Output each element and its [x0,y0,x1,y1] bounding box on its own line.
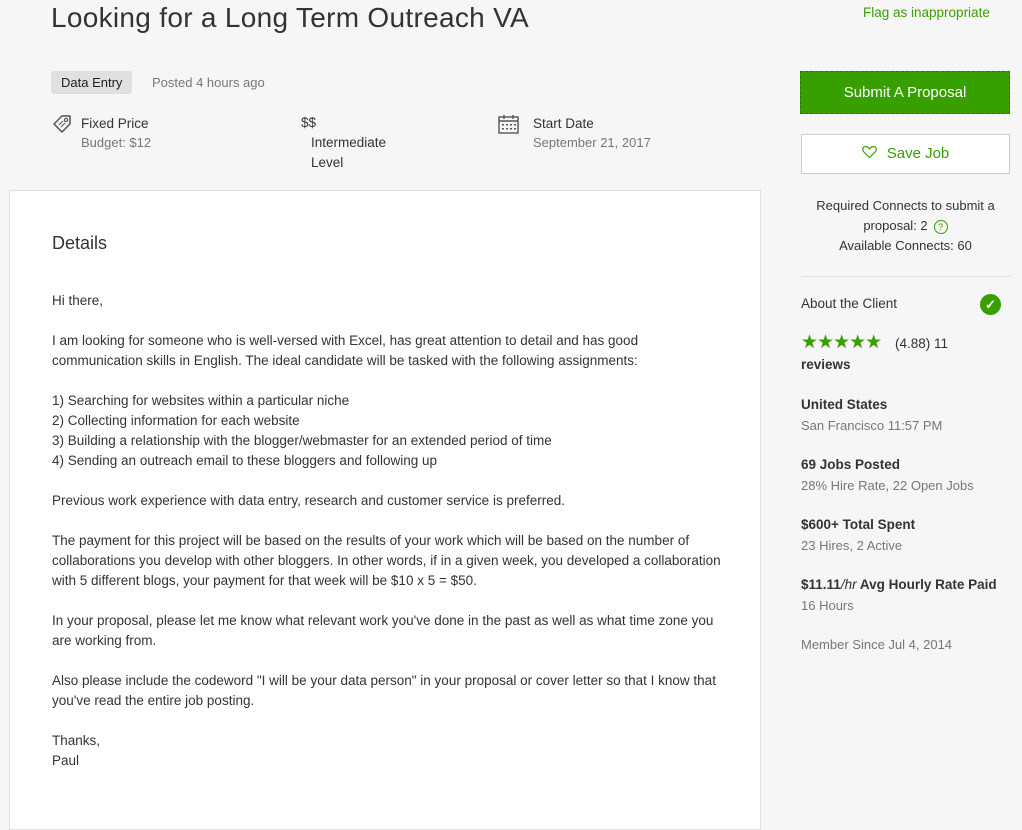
details-paragraph: The payment for this project will be bas… [52,533,721,588]
details-list-item: 1) Searching for websites within a parti… [52,393,350,408]
experience-level-line1: Intermediate [311,135,387,150]
rating-value: (4.88) 11 [895,336,949,351]
about-client-heading: About the Client [801,296,898,311]
start-date-label: Start Date [533,116,594,131]
reviews-label: reviews [801,357,851,372]
sidebar-divider [801,276,1011,277]
details-list-item: 4) Sending an outreach email to these bl… [52,453,438,468]
save-job-label: Save Job [886,145,950,162]
details-list-item: 2) Collecting information for each websi… [52,413,300,428]
details-paragraph: Previous work experience with data entry… [52,493,565,508]
job-title: Looking for a Long Term Outreach VA [51,2,529,33]
connects-required-line1: Required Connects to submit a [816,198,995,213]
client-jobs-posted: 69 Jobs Posted [801,457,901,472]
verified-check-icon: ✓ [980,294,1001,315]
details-paragraph: Also please include the codeword "I will… [52,673,716,708]
hourly-rate-amount: $11.11 [801,577,841,592]
save-job-button[interactable]: Save Job [801,134,1010,174]
details-paragraph: I am looking for someone who is well-ver… [52,333,639,368]
client-city-time: San Francisco 11:57 PM [801,418,943,433]
calendar-icon [498,115,519,134]
details-body: Hi there, I am looking for someone who i… [52,291,732,771]
heart-icon [861,145,877,159]
client-hourly-rate: $11.11/hr Avg Hourly Rate Paid [801,577,997,592]
details-card: Details Hi there, I am looking for someo… [9,190,761,830]
posted-time: Posted 4 hours ago [152,75,265,90]
start-date-value: September 21, 2017 [533,135,651,150]
tag-icon [53,115,71,133]
details-heading: Details [52,233,108,253]
hourly-rate-label: Avg Hourly Rate Paid [856,577,997,592]
connects-info: Required Connects to submit a proposal: … [801,196,1010,256]
client-country: United States [801,397,888,412]
flag-inappropriate-link[interactable]: Flag as inappropriate [863,5,990,20]
connects-available: Available Connects: 60 [839,238,972,253]
experience-level-icon: $$ [301,115,317,130]
details-signoff: Thanks, [52,733,101,748]
details-signature: Paul [52,753,80,768]
category-badge[interactable]: Data Entry [51,71,133,94]
details-paragraph: Hi there, [52,293,104,308]
client-hires: 23 Hires, 2 Active [801,538,903,553]
experience-level-line2: Level [311,155,344,170]
job-type-label: Fixed Price [81,116,149,131]
connects-required-line2: proposal: 2 [863,218,928,233]
client-total-spent: $600+ Total Spent [801,517,916,532]
star-rating: ★★★★★ [801,332,882,353]
help-icon[interactable]: ? [933,219,948,234]
client-hire-rate: 28% Hire Rate, 22 Open Jobs [801,478,974,493]
budget-value: Budget: $12 [81,135,152,150]
details-paragraph: In your proposal, please let me know wha… [52,613,714,648]
details-list-item: 3) Building a relationship with the blog… [52,433,552,448]
client-member-since: Member Since Jul 4, 2014 [801,637,953,652]
submit-proposal-button[interactable]: Submit A Proposal [800,71,1010,114]
hourly-rate-unit: /hr [840,577,857,592]
client-hours: 16 Hours [801,598,854,613]
